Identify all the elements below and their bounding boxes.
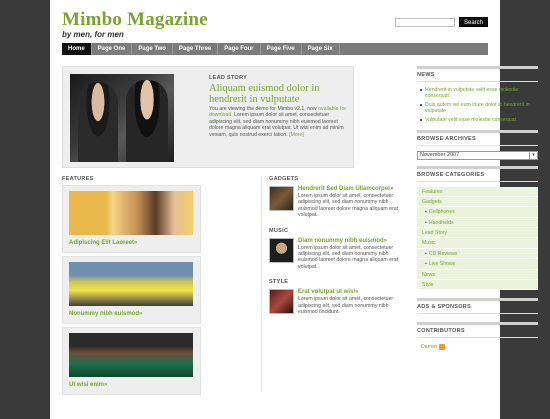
post-excerpt: Lorem ipsum dolor sit amet, consectetuer… bbox=[298, 244, 399, 270]
post-excerpt: Lorem ipsum dolor sit amet, consectetuer… bbox=[298, 296, 394, 316]
section-post: Hendrerit Sed Diam Ullamcorper» Lorem ip… bbox=[269, 186, 405, 219]
page: Mimbo Magazine by men, for men Search Ho… bbox=[50, 0, 538, 419]
feature-image[interactable] bbox=[69, 262, 193, 306]
header: Mimbo Magazine by men, for men Search bbox=[62, 10, 488, 42]
feature-caption[interactable]: Adipiscing Elit Laoreet» bbox=[69, 240, 194, 246]
category-subitem[interactable]: Cellphones bbox=[417, 207, 538, 218]
features-column: FEATURES Adipiscing Elit Laoreet» Nonumm… bbox=[62, 176, 201, 395]
feature-image[interactable] bbox=[69, 191, 193, 235]
category-item[interactable]: Lead Story bbox=[417, 228, 538, 239]
lead-figure-right bbox=[126, 80, 168, 162]
feature-item: Ut wisi enim» bbox=[62, 327, 201, 395]
nav-home[interactable]: Home bbox=[62, 43, 92, 55]
rss-icon[interactable] bbox=[438, 344, 445, 351]
category-list: Features Gadgets Cellphones Handhelds Le… bbox=[417, 186, 538, 291]
contributor-row: Darren bbox=[417, 338, 538, 351]
feature-image[interactable] bbox=[69, 333, 193, 377]
category-subitem[interactable]: CD Reviews bbox=[417, 248, 538, 260]
lead-story: LEAD STORY Aliquam euismod dolor in hend… bbox=[62, 66, 354, 168]
main-nav: Home Page One Page Two Page Three Page F… bbox=[62, 43, 488, 55]
nav-page-six[interactable]: Page Six bbox=[302, 43, 340, 55]
post-title[interactable]: Diam nonummy nibh euismod» bbox=[298, 238, 405, 245]
news-link[interactable]: Hendrerit in vulputate velit esse molest… bbox=[420, 87, 538, 99]
lead-story-label: LEAD STORY bbox=[209, 75, 248, 81]
ads-heading: ADS & SPONSORS bbox=[417, 301, 538, 315]
section-post: Diam nonummy nibh euismod» Lorem ipsum d… bbox=[269, 237, 405, 271]
category-subitem[interactable]: Handhelds bbox=[417, 217, 538, 229]
post-thumbnail[interactable] bbox=[269, 186, 294, 211]
category-subitem[interactable]: Live Shows bbox=[417, 259, 538, 270]
lead-intro: You are viewing the demo for Mimbo v2.1,… bbox=[209, 106, 319, 112]
nav-page-one[interactable]: Page One bbox=[92, 43, 133, 55]
features-heading: FEATURES bbox=[62, 176, 94, 182]
search-input[interactable] bbox=[394, 17, 455, 27]
archive-selected-value: November 2007 bbox=[420, 151, 460, 158]
section-gadgets: GADGETS Hendrerit Sed Diam Ullamcorper» … bbox=[269, 176, 405, 219]
post-title[interactable]: Hendrerit Sed Diam Ullamcorper» bbox=[298, 186, 405, 193]
lead-more-link[interactable]: [More] bbox=[289, 132, 304, 138]
section-style: STYLE Erat volutpat ut wisi» Lorem ipsum… bbox=[269, 279, 405, 315]
nav-page-four[interactable]: Page Four bbox=[218, 43, 261, 55]
feature-item: Nonummy nibh euismod» bbox=[62, 256, 201, 324]
contributor-link[interactable]: Darren bbox=[421, 344, 437, 350]
section-heading: GADGETS bbox=[269, 176, 299, 182]
category-item[interactable]: Gadgets bbox=[417, 196, 538, 208]
nav-page-three[interactable]: Page Three bbox=[173, 43, 219, 55]
category-item[interactable]: News bbox=[417, 269, 538, 281]
lead-figure-left bbox=[78, 82, 118, 162]
nav-page-two[interactable]: Page Two bbox=[132, 43, 173, 55]
category-item[interactable]: Style bbox=[417, 280, 538, 291]
section-heading: STYLE bbox=[269, 279, 289, 286]
site-tagline: by men, for men bbox=[62, 30, 124, 39]
search-button[interactable]: Search bbox=[458, 17, 488, 27]
feature-caption[interactable]: Ut wisi enim» bbox=[69, 382, 194, 388]
news-link[interactable]: Vulputate velit esse molestie consequat bbox=[420, 117, 538, 123]
column-divider bbox=[261, 176, 262, 392]
archive-select[interactable]: November 2007 ▾ bbox=[417, 150, 538, 160]
section-heading: MUSIC bbox=[269, 227, 289, 234]
chevron-down-icon[interactable]: ▾ bbox=[529, 151, 537, 159]
category-item[interactable]: Features bbox=[417, 186, 538, 197]
post-thumbnail[interactable] bbox=[269, 237, 294, 263]
category-item[interactable]: Music bbox=[417, 238, 538, 249]
contributors-heading: CONTRIBUTORS bbox=[417, 325, 538, 339]
feature-item: Adipiscing Elit Laoreet» bbox=[62, 185, 201, 253]
sidebar: NEWS Hendrerit in vulputate velit esse m… bbox=[417, 66, 538, 351]
lead-story-body: You are viewing the demo for Mimbo v2.1,… bbox=[209, 106, 353, 138]
news-link[interactable]: Duis autem vel eum iriure dolor in hendr… bbox=[420, 102, 538, 114]
lead-story-title[interactable]: Aliquam euismod dolor in hendrerit in vu… bbox=[209, 83, 355, 105]
sections-column: GADGETS Hendrerit Sed Diam Ullamcorper» … bbox=[269, 176, 405, 324]
lead-story-image[interactable] bbox=[70, 74, 174, 162]
nav-page-five[interactable]: Page Five bbox=[261, 43, 302, 55]
feature-caption[interactable]: Nonummy nibh euismod» bbox=[69, 311, 194, 317]
archives-heading: BROWSE ARCHIVES bbox=[417, 133, 538, 146]
section-music: MUSIC Diam nonummy nibh euismod» Lorem i… bbox=[269, 228, 405, 271]
post-thumbnail[interactable] bbox=[269, 289, 294, 315]
post-title[interactable]: Erat volutpat ut wisi» bbox=[298, 289, 405, 296]
section-post: Erat volutpat ut wisi» Lorem ipsum dolor… bbox=[269, 289, 405, 315]
categories-heading: BROWSE CATEGORIES bbox=[417, 169, 538, 182]
post-excerpt: Lorem ipsum dolor sit amet, consectetuer… bbox=[298, 193, 399, 219]
news-list: Hendrerit in vulputate velit esse molest… bbox=[417, 82, 538, 130]
search-form: Search bbox=[394, 17, 488, 27]
news-heading: NEWS bbox=[417, 69, 538, 82]
